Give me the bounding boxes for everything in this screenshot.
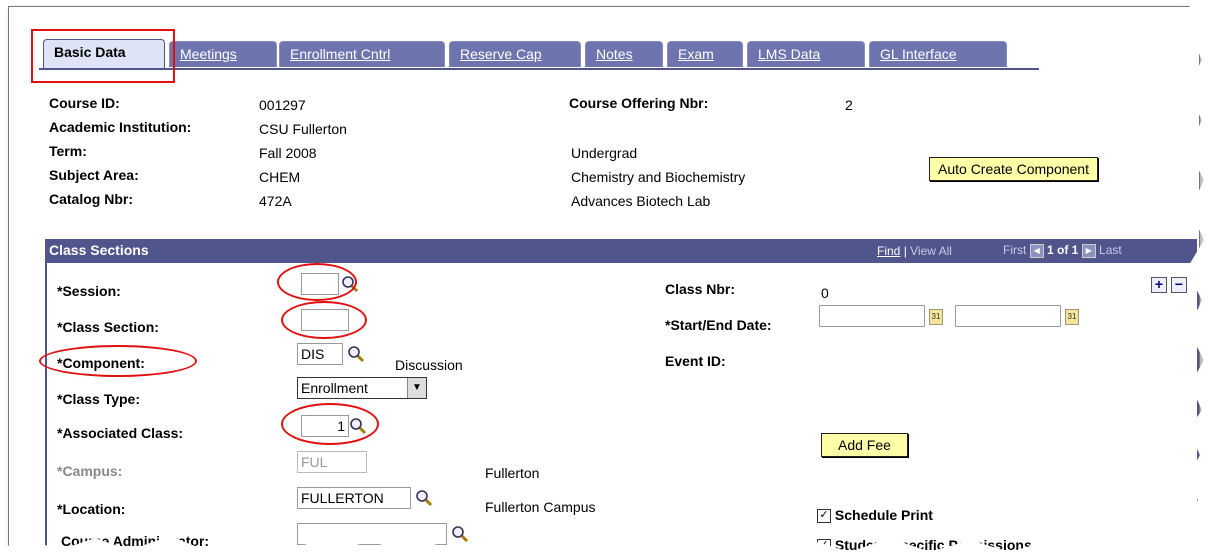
torn-edge-overlay — [0, 0, 1212, 557]
